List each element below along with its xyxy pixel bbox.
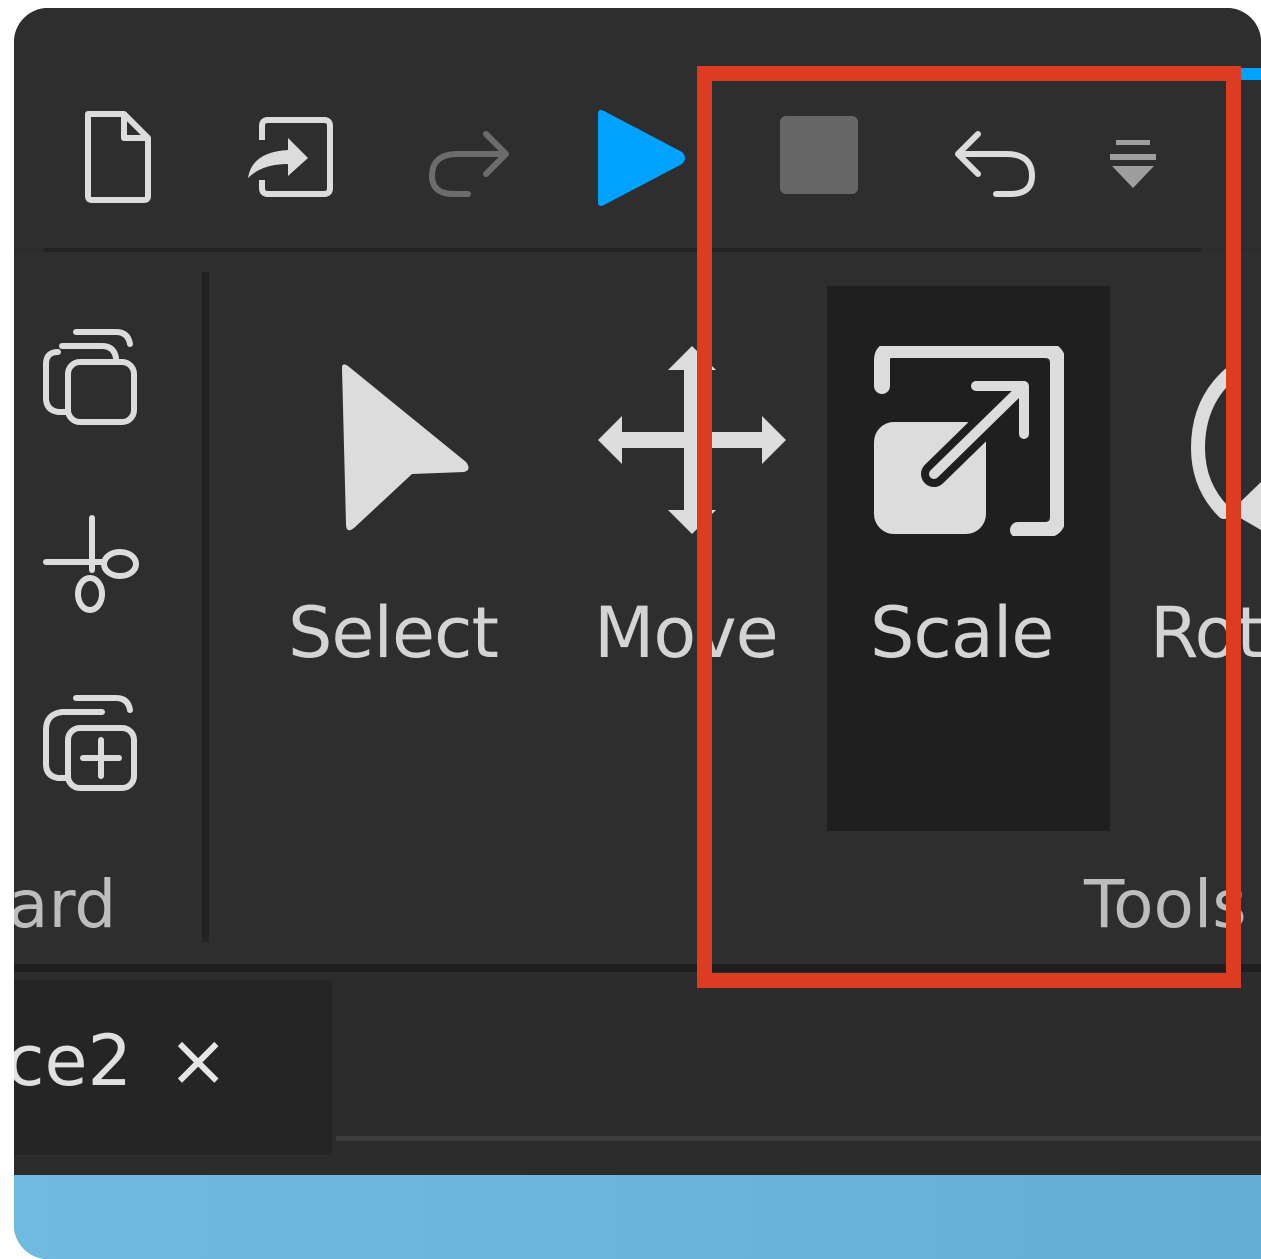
tab-underline: [336, 1136, 1261, 1141]
move-arrows-icon: [598, 346, 786, 534]
redo-icon[interactable]: [424, 120, 514, 198]
rotate-tool-label: Rot: [1150, 592, 1261, 674]
document-tab-label: ce2: [14, 1020, 133, 1102]
select-tool-label: Select: [288, 592, 499, 674]
new-file-icon[interactable]: [80, 108, 156, 206]
studio-window: ard Select Move Scale Rot Tools ce2 ×: [14, 8, 1261, 1259]
ribbon-divider: [14, 964, 1261, 972]
group-divider: [202, 272, 209, 942]
quick-access-toolbar: [14, 8, 1261, 248]
undo-icon[interactable]: [950, 120, 1040, 198]
scale-tool-label: Scale: [870, 592, 1054, 674]
duplicate-icon[interactable]: [42, 690, 142, 794]
customize-dropdown-icon[interactable]: [1110, 136, 1156, 192]
stop-icon[interactable]: [778, 114, 860, 196]
publish-icon[interactable]: [242, 114, 336, 200]
scale-icon: [874, 346, 1064, 536]
ribbon-home: ard Select Move Scale Rot Tools: [14, 252, 1261, 964]
rotate-icon: [1190, 367, 1261, 530]
move-tool-label: Move: [594, 592, 779, 674]
clipboard-group-label: ard: [14, 866, 117, 943]
tools-group-label: Tools: [1084, 866, 1247, 943]
document-tab-bar: ce2 ×: [14, 972, 1261, 1173]
close-tab-icon[interactable]: ×: [168, 1018, 228, 1102]
cut-icon[interactable]: [42, 514, 142, 614]
accent-strip: [1226, 68, 1261, 80]
document-tab[interactable]: ce2 ×: [14, 980, 332, 1155]
select-cursor-icon: [342, 364, 469, 531]
viewport[interactable]: [14, 1175, 1261, 1259]
play-icon[interactable]: [594, 108, 688, 208]
copy-icon[interactable]: [42, 324, 142, 428]
